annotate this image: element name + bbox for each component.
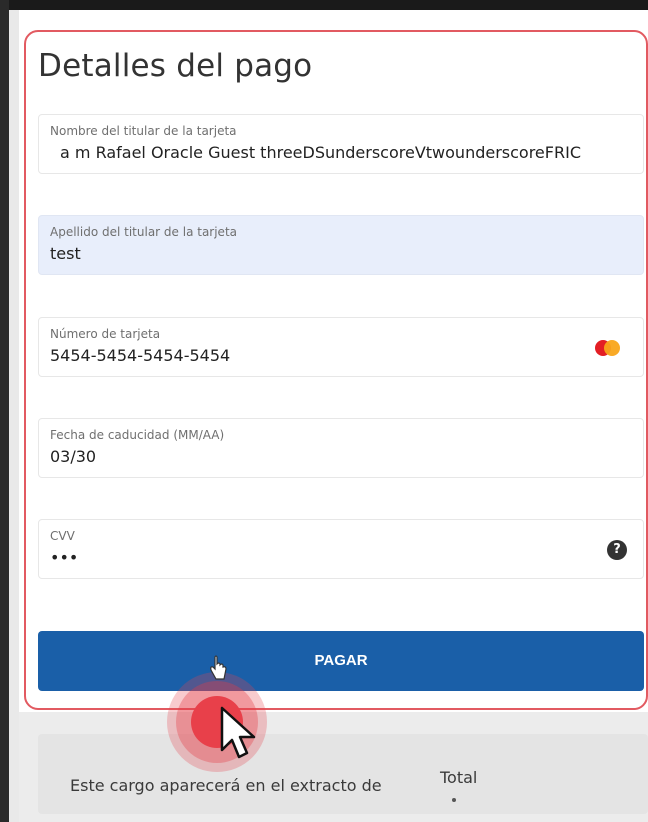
page-gutter <box>9 10 19 822</box>
card-number-field[interactable]: Número de tarjeta 5454-5454-5454-5454 <box>38 317 644 377</box>
help-icon[interactable]: ? <box>607 540 627 560</box>
pay-button[interactable]: PAGAR <box>38 631 644 691</box>
statement-notice-box <box>38 734 648 814</box>
field-value[interactable]: 03/30 <box>50 447 96 466</box>
field-value[interactable]: a m Rafael Oracle Guest threeDSunderscor… <box>60 143 581 162</box>
window-top-bar <box>0 0 648 10</box>
field-value[interactable]: ••• <box>50 548 78 567</box>
field-label: CVV <box>50 529 75 543</box>
total-label: Total <box>440 768 478 787</box>
field-value[interactable]: 5454-5454-5454-5454 <box>50 346 230 365</box>
total-value-partial <box>452 798 456 802</box>
hand-pointer-icon <box>210 655 227 680</box>
mouse-cursor-icon <box>220 706 256 759</box>
expiry-date-field[interactable]: Fecha de caducidad (MM/AA) 03/30 <box>38 418 644 478</box>
page-title: Detalles del pago <box>38 48 313 84</box>
mastercard-icon <box>593 340 621 358</box>
cardholder-last-name-field[interactable]: Apellido del titular de la tarjeta test <box>38 215 644 275</box>
cardholder-first-name-field[interactable]: Nombre del titular de la tarjeta a m Raf… <box>38 114 644 174</box>
field-label: Apellido del titular de la tarjeta <box>50 225 238 239</box>
field-label: Nombre del titular de la tarjeta <box>50 124 237 138</box>
field-value[interactable]: test <box>50 244 81 263</box>
statement-notice-text: Este cargo aparecerá en el extracto de <box>70 776 382 795</box>
window-left-edge <box>0 0 9 822</box>
field-label: Fecha de caducidad (MM/AA) <box>50 428 225 442</box>
field-label: Número de tarjeta <box>50 327 161 341</box>
cvv-field[interactable]: CVV ••• ? <box>38 519 644 579</box>
